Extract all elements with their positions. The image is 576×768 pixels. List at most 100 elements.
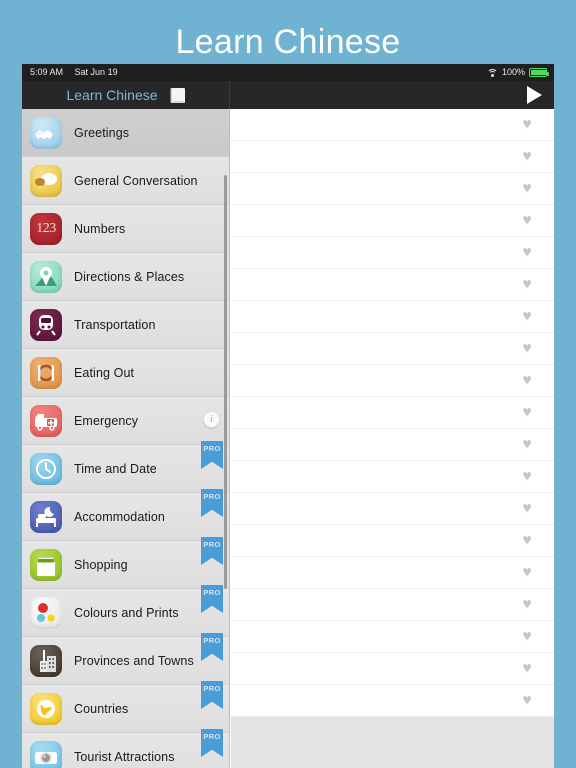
heart-icon[interactable]: ♥ bbox=[520, 149, 534, 165]
heart-icon[interactable]: ♥ bbox=[520, 533, 534, 549]
app-body: Greetings General Conversation 123 Numbers D… bbox=[22, 109, 554, 768]
phrase-row[interactable]: ♥ bbox=[231, 461, 554, 493]
pro-badge[interactable]: PRO bbox=[201, 681, 223, 709]
heart-icon[interactable]: ♥ bbox=[520, 501, 534, 517]
sidebar-item-general-conversation[interactable]: General Conversation bbox=[22, 157, 229, 205]
sidebar-item-label: Colours and Prints bbox=[74, 605, 179, 620]
phrase-list-panel[interactable]: ♥ ♥ ♥ ♥ ♥ ♥ ♥ ♥ ♥ ♥ ♥ ♥ ♥ ♥ ♥ ♥ ♥ ♥ ♥ bbox=[231, 109, 554, 768]
clock-icon bbox=[30, 452, 62, 485]
heart-icon[interactable]: ♥ bbox=[520, 437, 534, 453]
heart-icon[interactable]: ♥ bbox=[520, 629, 534, 645]
status-bar-right: 100% bbox=[486, 64, 549, 81]
shopping-bag-icon bbox=[30, 548, 62, 581]
sidebar-item-label: Countries bbox=[74, 701, 129, 716]
ambulance-icon bbox=[30, 404, 62, 437]
sidebar-item-label: General Conversation bbox=[74, 173, 198, 188]
phrase-row[interactable]: ♥ bbox=[231, 557, 554, 589]
phrase-row[interactable]: ♥ bbox=[231, 685, 554, 717]
phrase-row[interactable]: ♥ bbox=[231, 589, 554, 621]
sidebar-item-accommodation[interactable]: Accommodation PRO bbox=[22, 489, 229, 541]
navbar-left-section: Learn Chinese bbox=[22, 81, 230, 109]
color-dots-icon bbox=[30, 596, 62, 629]
sidebar-scroll-area[interactable]: Greetings General Conversation 123 Numbers D… bbox=[22, 109, 229, 768]
train-icon bbox=[30, 308, 62, 341]
phrase-row[interactable]: ♥ bbox=[231, 653, 554, 685]
phrase-row[interactable]: ♥ bbox=[231, 429, 554, 461]
heart-icon[interactable]: ♥ bbox=[520, 661, 534, 677]
camera-icon bbox=[30, 740, 62, 768]
sidebar-item-label: Numbers bbox=[74, 221, 126, 236]
sidebar-item-label: Directions & Places bbox=[74, 269, 185, 284]
heart-icon[interactable]: ♥ bbox=[520, 597, 534, 613]
heart-icon[interactable]: ♥ bbox=[520, 405, 534, 421]
heart-icon[interactable]: ♥ bbox=[520, 341, 534, 357]
sidebar-item-directions-places[interactable]: Directions & Places bbox=[22, 253, 229, 301]
device-screen: 5:09 AM Sat Jun 19 100% Learn Chinese Gr… bbox=[22, 64, 554, 768]
sidebar-item-colours-and-prints[interactable]: Colours and Prints PRO bbox=[22, 585, 229, 637]
heart-icon[interactable]: ♥ bbox=[520, 213, 534, 229]
phrase-row[interactable]: ♥ bbox=[231, 109, 554, 141]
phrase-row[interactable]: ♥ bbox=[231, 141, 554, 173]
sidebar-item-label: Time and Date bbox=[74, 461, 157, 476]
phrase-row[interactable]: ♥ bbox=[231, 365, 554, 397]
category-sidebar[interactable]: Greetings General Conversation 123 Numbers D… bbox=[22, 109, 230, 768]
app-navbar: Learn Chinese bbox=[22, 81, 554, 109]
heart-icon[interactable]: ♥ bbox=[520, 469, 534, 485]
pro-badge[interactable]: PRO bbox=[201, 633, 223, 661]
sidebar-item-tourist-attractions[interactable]: Tourist Attractions PRO bbox=[22, 729, 229, 768]
sidebar-item-countries[interactable]: Countries PRO bbox=[22, 681, 229, 733]
phrase-row[interactable]: ♥ bbox=[231, 621, 554, 653]
phrase-row[interactable]: ♥ bbox=[231, 397, 554, 429]
sidebar-item-label: Shopping bbox=[74, 557, 128, 572]
sidebar-item-emergency[interactable]: Emergency i bbox=[22, 397, 229, 445]
heart-icon[interactable]: ♥ bbox=[520, 245, 534, 261]
heart-icon[interactable]: ♥ bbox=[520, 117, 534, 133]
pro-badge[interactable]: PRO bbox=[201, 729, 223, 757]
sidebar-item-time-and-date[interactable]: Time and Date PRO bbox=[22, 441, 229, 493]
play-icon[interactable] bbox=[527, 86, 542, 104]
globe-icon bbox=[30, 692, 62, 725]
phrase-row[interactable]: ♥ bbox=[231, 173, 554, 205]
phrase-row[interactable]: ♥ bbox=[231, 269, 554, 301]
heart-icon[interactable]: ♥ bbox=[520, 565, 534, 581]
sidebar-item-transportation[interactable]: Transportation bbox=[22, 301, 229, 349]
sidebar-item-provinces-and-towns[interactable]: Provinces and Towns PRO bbox=[22, 633, 229, 685]
sidebar-item-label: Accommodation bbox=[74, 509, 165, 524]
phrase-list[interactable]: ♥ ♥ ♥ ♥ ♥ ♥ ♥ ♥ ♥ ♥ ♥ ♥ ♥ ♥ ♥ ♥ ♥ ♥ ♥ bbox=[231, 109, 554, 717]
phrase-row[interactable]: ♥ bbox=[231, 237, 554, 269]
phrase-row[interactable]: ♥ bbox=[231, 525, 554, 557]
pro-badge[interactable]: PRO bbox=[201, 537, 223, 565]
heart-icon[interactable]: ♥ bbox=[520, 181, 534, 197]
heart-icon[interactable]: ♥ bbox=[520, 373, 534, 389]
info-icon[interactable]: i bbox=[203, 411, 220, 428]
pro-badge[interactable]: PRO bbox=[201, 489, 223, 517]
handshake-icon bbox=[30, 116, 62, 149]
sidebar-item-eating-out[interactable]: Eating Out bbox=[22, 349, 229, 397]
phrase-row[interactable]: ♥ bbox=[231, 301, 554, 333]
pro-badge[interactable]: PRO bbox=[201, 441, 223, 469]
bed-moon-icon bbox=[30, 500, 62, 533]
pro-badge[interactable]: PRO bbox=[201, 585, 223, 613]
sidebar-item-numbers[interactable]: 123 Numbers bbox=[22, 205, 229, 253]
phrase-row[interactable]: ♥ bbox=[231, 493, 554, 525]
heart-icon[interactable]: ♥ bbox=[520, 693, 534, 709]
map-pin-icon bbox=[30, 260, 62, 293]
phrase-row[interactable]: ♥ bbox=[231, 333, 554, 365]
sidebar-item-greetings[interactable]: Greetings bbox=[22, 109, 229, 157]
sidebar-scrollbar[interactable] bbox=[224, 175, 227, 589]
cityscape-icon bbox=[30, 644, 62, 677]
sidebar-item-label: Provinces and Towns bbox=[74, 653, 194, 668]
phrase-row[interactable]: ♥ bbox=[231, 205, 554, 237]
wifi-icon bbox=[486, 68, 498, 77]
book-icon[interactable] bbox=[171, 87, 185, 103]
speech-bubble-icon bbox=[30, 164, 62, 197]
sidebar-item-label: Tourist Attractions bbox=[74, 749, 175, 764]
page-title: Learn Chinese bbox=[175, 23, 401, 61]
sidebar-item-label: Emergency bbox=[74, 413, 139, 428]
numbers-text: 123 bbox=[36, 220, 56, 236]
status-bar-left: 5:09 AM Sat Jun 19 bbox=[30, 64, 118, 81]
heart-icon[interactable]: ♥ bbox=[520, 277, 534, 293]
heart-icon[interactable]: ♥ bbox=[520, 309, 534, 325]
sidebar-item-shopping[interactable]: Shopping PRO bbox=[22, 537, 229, 589]
status-date: Sat Jun 19 bbox=[74, 67, 118, 77]
